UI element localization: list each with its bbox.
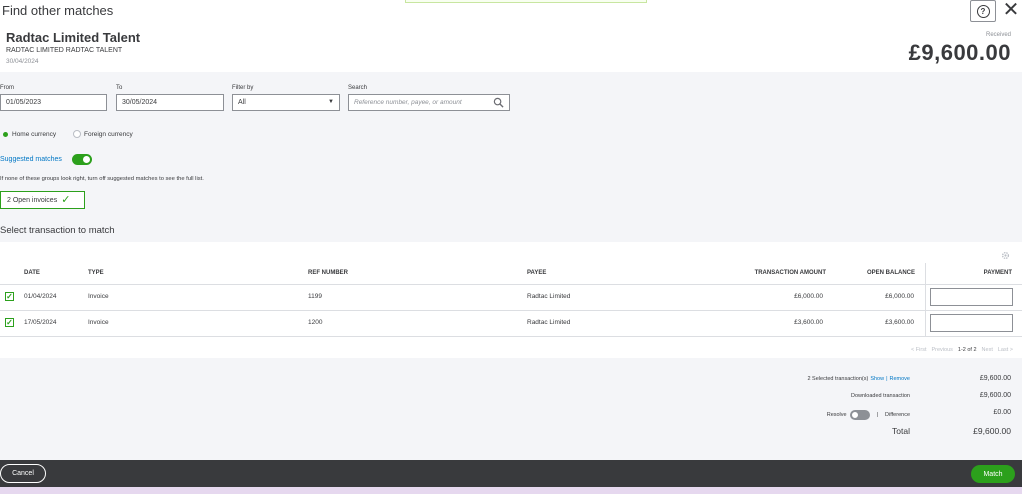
row-divider <box>0 336 1022 337</box>
received-amount: £9,600.00 <box>908 40 1011 65</box>
transactions-table <box>0 242 1022 358</box>
dialog-title: Find other matches <box>2 3 114 18</box>
row-open-balance: £3,600.00 <box>885 319 914 326</box>
search-input[interactable]: Reference number, payee, or amount <box>348 94 510 111</box>
col-ref-number[interactable]: REF NUMBER <box>308 270 348 276</box>
chevron-down-icon: ▼ <box>328 99 334 105</box>
home-currency-radio[interactable] <box>3 132 8 137</box>
foreign-currency-label: Foreign currency <box>84 131 133 138</box>
dialog-footer <box>0 460 1022 487</box>
to-date-input[interactable]: 30/05/2024 <box>116 94 224 111</box>
column-divider <box>925 263 926 337</box>
transaction-summary <box>0 22 1022 72</box>
selected-count: 2 Selected transaction(s) <box>807 376 869 382</box>
downloaded-value: £9,600.00 <box>979 392 1011 399</box>
section-title: Select transaction to match <box>0 225 115 236</box>
foreign-currency-radio[interactable] <box>73 130 81 138</box>
filter-by-value: All <box>238 99 246 106</box>
row-type: Invoice <box>88 293 109 300</box>
home-currency-label: Home currency <box>12 131 57 138</box>
payee-description: RADTAC LIMITED RADTAC TALENT <box>6 47 123 54</box>
cancel-button[interactable]: Cancel <box>0 464 46 483</box>
resolve-label: Resolve <box>826 412 847 418</box>
resolve-row: Resolve | Difference <box>826 410 910 420</box>
open-invoices-label: 2 Open invoices <box>7 196 58 204</box>
selected-total: £9,600.00 <box>979 375 1011 382</box>
help-button[interactable]: ? <box>970 0 996 22</box>
row-payee: Radtac Limited <box>527 293 571 300</box>
pager-next[interactable]: Next <box>982 347 993 353</box>
col-type[interactable]: TYPE <box>88 270 104 276</box>
row-amount: £6,000.00 <box>794 293 823 300</box>
row-checkbox[interactable]: ✓ <box>5 318 14 327</box>
row-payee: Radtac Limited <box>527 319 571 326</box>
row-type: Invoice <box>88 319 109 326</box>
received-label: Received <box>985 32 1011 38</box>
dialog-header <box>0 0 1022 22</box>
transaction-date: 30/04/2024 <box>6 58 39 65</box>
suggested-matches-toggle[interactable] <box>72 154 92 165</box>
pager-first[interactable]: < First <box>911 347 926 353</box>
taskbar <box>0 487 1022 494</box>
col-payee[interactable]: PAYEE <box>527 270 546 276</box>
col-open-balance[interactable]: OPEN BALANCE <box>867 270 915 276</box>
gear-icon[interactable] <box>1001 251 1010 260</box>
total-value: £9,600.00 <box>973 426 1011 436</box>
row-divider <box>0 284 1022 285</box>
difference-label: Difference <box>885 412 910 418</box>
from-date-input[interactable]: 01/05/2023 <box>0 94 107 111</box>
remove-link[interactable]: Remove <box>890 376 910 382</box>
search-label: Search <box>348 85 368 91</box>
suggested-hint: If none of these groups look right, turn… <box>0 176 204 182</box>
link-separator: | <box>886 376 888 382</box>
pagination: < First Previous 1-2 of 2 Next Last > <box>911 347 1013 353</box>
col-payment: PAYMENT <box>983 270 1012 276</box>
top-hint-bar <box>405 0 647 3</box>
payment-input[interactable] <box>930 314 1013 332</box>
suggested-matches-label: Suggested matches <box>0 156 62 163</box>
from-label: From <box>0 85 14 91</box>
match-button[interactable]: Match <box>971 465 1015 483</box>
row-date: 17/05/2024 <box>24 319 57 326</box>
pager-last[interactable]: Last > <box>998 347 1013 353</box>
pager-range: 1-2 of 2 <box>957 347 977 353</box>
open-invoices-group[interactable]: 2 Open invoices ✓ <box>0 191 85 209</box>
to-label: To <box>116 85 123 91</box>
row-checkbox[interactable]: ✓ <box>5 292 14 301</box>
difference-value: £0.00 <box>993 409 1011 416</box>
show-link[interactable]: Show <box>870 376 884 382</box>
row-amount: £3,600.00 <box>794 319 823 326</box>
col-date[interactable]: DATE <box>24 270 40 276</box>
row-date: 01/04/2024 <box>24 293 57 300</box>
payee-name: Radtac Limited Talent <box>6 30 141 45</box>
help-icon: ? <box>976 4 990 18</box>
row-divider <box>0 310 1022 311</box>
row-ref: 1200 <box>308 319 323 326</box>
search-icon <box>493 97 504 108</box>
filter-by-select[interactable]: All ▼ <box>232 94 340 111</box>
downloaded-label: Downloaded transaction <box>850 393 910 399</box>
selected-transactions: 2 Selected transaction(s) Show | Remove <box>807 376 910 382</box>
col-transaction-amount[interactable]: TRANSACTION AMOUNT <box>755 270 826 276</box>
close-icon[interactable]: ✕ <box>1001 0 1021 22</box>
total-label: Total <box>892 426 910 436</box>
search-placeholder: Reference number, payee, or amount <box>354 99 462 106</box>
pager-previous[interactable]: Previous <box>931 347 952 353</box>
resolve-toggle[interactable] <box>849 410 870 420</box>
filter-by-label: Filter by <box>232 85 254 91</box>
row-ref: 1199 <box>308 293 322 300</box>
payment-input[interactable] <box>930 288 1013 306</box>
row-open-balance: £6,000.00 <box>885 293 914 300</box>
checkmark-icon: ✓ <box>61 194 71 206</box>
